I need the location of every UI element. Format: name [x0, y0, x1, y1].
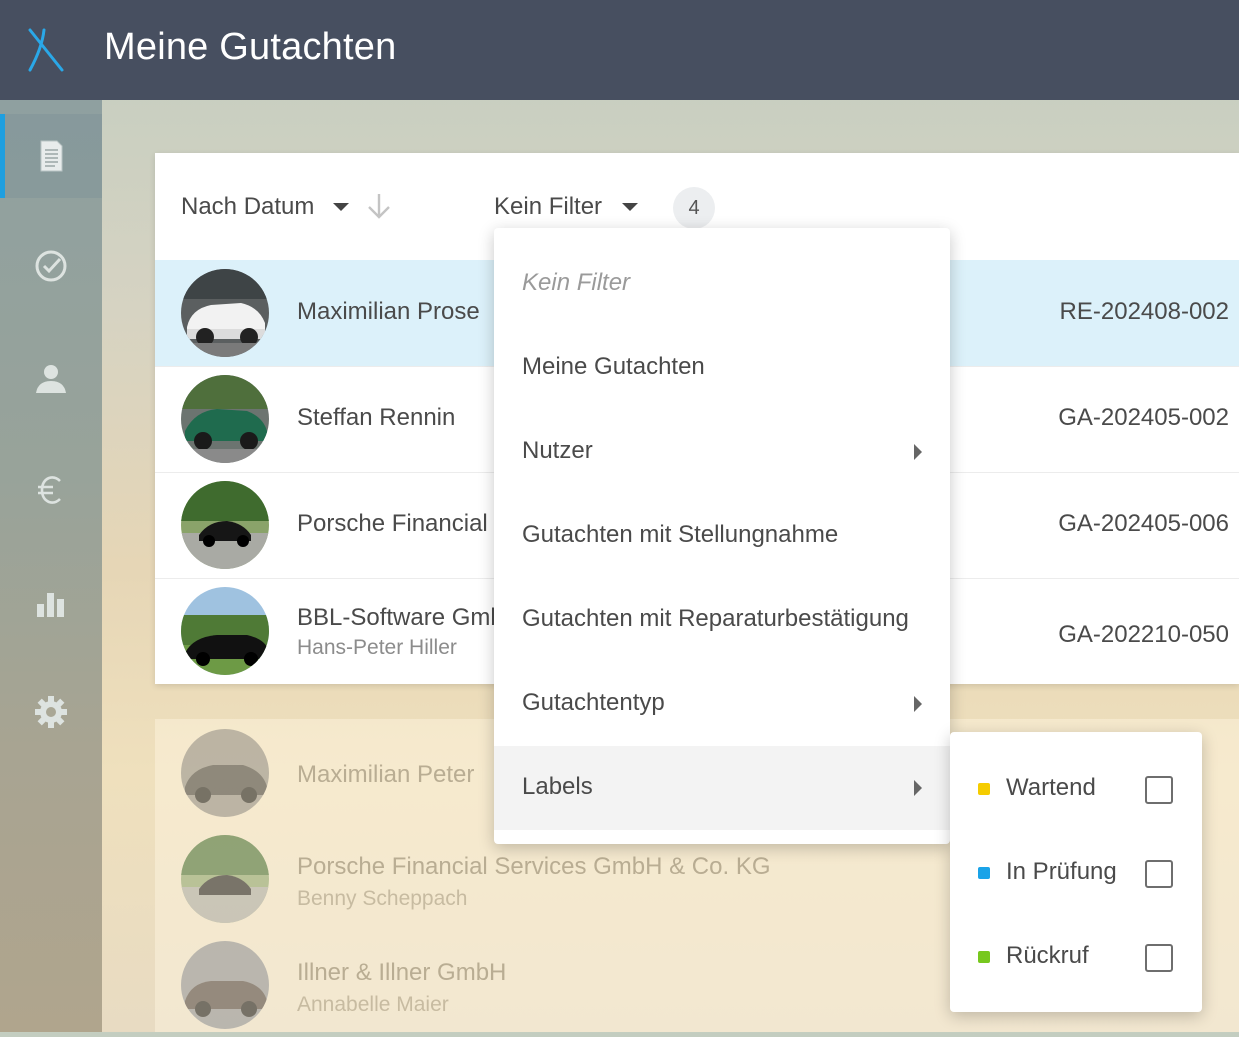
- menu-item-label: Gutachtentyp: [522, 689, 665, 716]
- sidebar-item-contacts[interactable]: [0, 336, 102, 420]
- label-color-dot: [978, 867, 990, 879]
- sidebar-item-settings[interactable]: [0, 670, 102, 754]
- label-color-dot: [978, 951, 990, 963]
- chevron-right-icon: [914, 780, 922, 796]
- menu-item-labels[interactable]: Labels: [494, 746, 950, 830]
- label-checkbox[interactable]: [1145, 776, 1173, 804]
- row-name: Steffan Rennin: [297, 404, 456, 431]
- filter-dropdown[interactable]: Kein Filter: [494, 193, 602, 221]
- row-name: Porsche Financial Services GmbH & Co. KG: [297, 853, 771, 880]
- sort-dropdown[interactable]: Nach Datum: [181, 193, 314, 221]
- label-checkbox[interactable]: [1145, 944, 1173, 972]
- menu-item-with-statement[interactable]: Gutachten mit Stellungnahme: [494, 494, 950, 578]
- sidebar-item-invoices[interactable]: [0, 448, 102, 532]
- label-checkbox[interactable]: [1145, 860, 1173, 888]
- label-color-dot: [978, 783, 990, 795]
- row-name: Illner & Illner GmbH: [297, 959, 507, 986]
- sidebar: [0, 100, 102, 1032]
- top-bar: Meine Gutachten: [0, 0, 1239, 100]
- menu-item-label: Gutachten mit Reparaturbestätigung: [522, 605, 909, 632]
- checkmark-circle-icon: [35, 250, 67, 282]
- avatar: [181, 835, 269, 923]
- menu-item-no-filter[interactable]: Kein Filter: [494, 242, 950, 326]
- menu-item-report-type[interactable]: Gutachtentyp: [494, 662, 950, 746]
- menu-item-label: Gutachten mit Stellungnahme: [522, 521, 839, 548]
- sort-caret-icon[interactable]: [333, 203, 349, 211]
- avatar: [181, 375, 269, 463]
- sidebar-item-reports[interactable]: [0, 114, 102, 198]
- label-option-in-pruefung[interactable]: In Prüfung: [950, 831, 1202, 915]
- arrow-down-icon[interactable]: [365, 191, 393, 221]
- page-title: Meine Gutachten: [104, 26, 397, 68]
- sidebar-item-statistics[interactable]: [0, 560, 102, 644]
- row-subtitle: Hans-Peter Hiller: [297, 636, 457, 659]
- user-icon: [36, 365, 66, 393]
- row-code: GA-202405-002: [1058, 404, 1229, 431]
- menu-item-label: Kein Filter: [522, 269, 631, 296]
- menu-item-with-repair-confirmation[interactable]: Gutachten mit Reparaturbestätigung: [494, 578, 950, 662]
- document-icon: [40, 140, 63, 172]
- sidebar-item-tasks[interactable]: [0, 224, 102, 308]
- avatar: [181, 587, 269, 675]
- menu-item-label: Meine Gutachten: [522, 353, 705, 380]
- row-code: RE-202408-002: [1059, 298, 1229, 325]
- avatar: [181, 941, 269, 1029]
- row-name: BBL-Software Gmb: [297, 604, 504, 631]
- filter-menu: Kein Filter Meine Gutachten Nutzer Gutac…: [494, 228, 950, 844]
- menu-item-label: Labels: [522, 773, 593, 800]
- row-name: Porsche Financial: [297, 510, 488, 537]
- euro-icon: [38, 476, 61, 504]
- label-option-rueckruf[interactable]: Rückruf: [950, 915, 1202, 999]
- menu-item-label: Nutzer: [522, 437, 593, 464]
- gear-icon: [35, 696, 67, 728]
- row-code: GA-202405-006: [1058, 510, 1229, 537]
- row-subtitle: Annabelle Maier: [297, 993, 449, 1016]
- row-name: Maximilian Peter: [297, 761, 475, 788]
- avatar: [181, 269, 269, 357]
- row-subtitle: Benny Scheppach: [297, 887, 468, 910]
- label-option-text: Wartend: [1006, 774, 1096, 801]
- filter-caret-icon[interactable]: [622, 203, 638, 211]
- chevron-right-icon: [914, 696, 922, 712]
- count-badge: 4: [673, 187, 715, 229]
- menu-item-users[interactable]: Nutzer: [494, 410, 950, 494]
- bar-chart-icon: [37, 593, 64, 617]
- label-option-text: In Prüfung: [1006, 858, 1117, 885]
- row-code: GA-202210-050: [1058, 621, 1229, 648]
- row-name: Maximilian Prose: [297, 298, 480, 325]
- menu-item-my-reports[interactable]: Meine Gutachten: [494, 326, 950, 410]
- labels-submenu: Wartend In Prüfung Rückruf: [950, 732, 1202, 1012]
- label-option-text: Rückruf: [1006, 942, 1089, 969]
- avatar: [181, 481, 269, 569]
- x-logo-icon[interactable]: [26, 26, 66, 74]
- avatar: [181, 729, 269, 817]
- label-option-wartend[interactable]: Wartend: [950, 747, 1202, 831]
- chevron-right-icon: [914, 444, 922, 460]
